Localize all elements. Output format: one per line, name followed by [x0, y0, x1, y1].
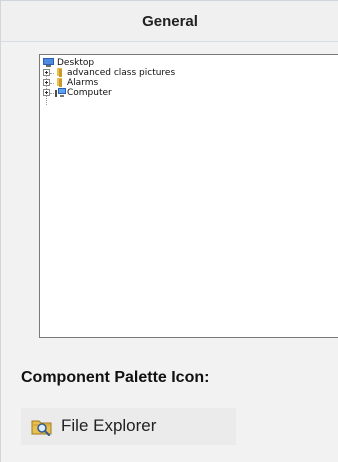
file-tree[interactable]: Desktop advanced class pictures Alarms C… [39, 54, 338, 338]
panel-content: Desktop advanced class pictures Alarms C… [0, 42, 338, 462]
tree-item-alarms[interactable]: Alarms [43, 78, 163, 88]
page: General Desktop advanced class pictures … [0, 0, 338, 462]
tree-branch-line [50, 83, 54, 85]
folder-icon [57, 78, 62, 87]
folder-search-icon [31, 420, 52, 436]
tree-item-desktop[interactable]: Desktop [43, 58, 163, 68]
tree-item-label: Desktop [57, 58, 95, 68]
tree-item-computer[interactable]: Computer [43, 88, 163, 98]
expand-icon[interactable] [43, 79, 50, 86]
section-title: Component Palette Icon: [21, 369, 210, 386]
palette-item-file-explorer[interactable]: File Explorer [21, 408, 236, 445]
expand-icon[interactable] [43, 69, 50, 76]
tree-item-label: advanced class pictures [67, 68, 176, 78]
tree-item-label: Computer [67, 88, 112, 98]
tree-branch-line [50, 93, 54, 95]
folder-icon [57, 68, 62, 77]
tree-item-label: Alarms [67, 78, 99, 88]
panel-header: General [0, 0, 338, 42]
tree-branch-line [50, 73, 54, 75]
expand-icon[interactable] [43, 89, 50, 96]
tree-item-advanced-class-pictures[interactable]: advanced class pictures [43, 68, 263, 78]
panel-title: General [142, 13, 198, 30]
palette-item-label: File Explorer [61, 416, 157, 435]
computer-icon [55, 88, 66, 97]
desktop-icon [43, 58, 54, 67]
